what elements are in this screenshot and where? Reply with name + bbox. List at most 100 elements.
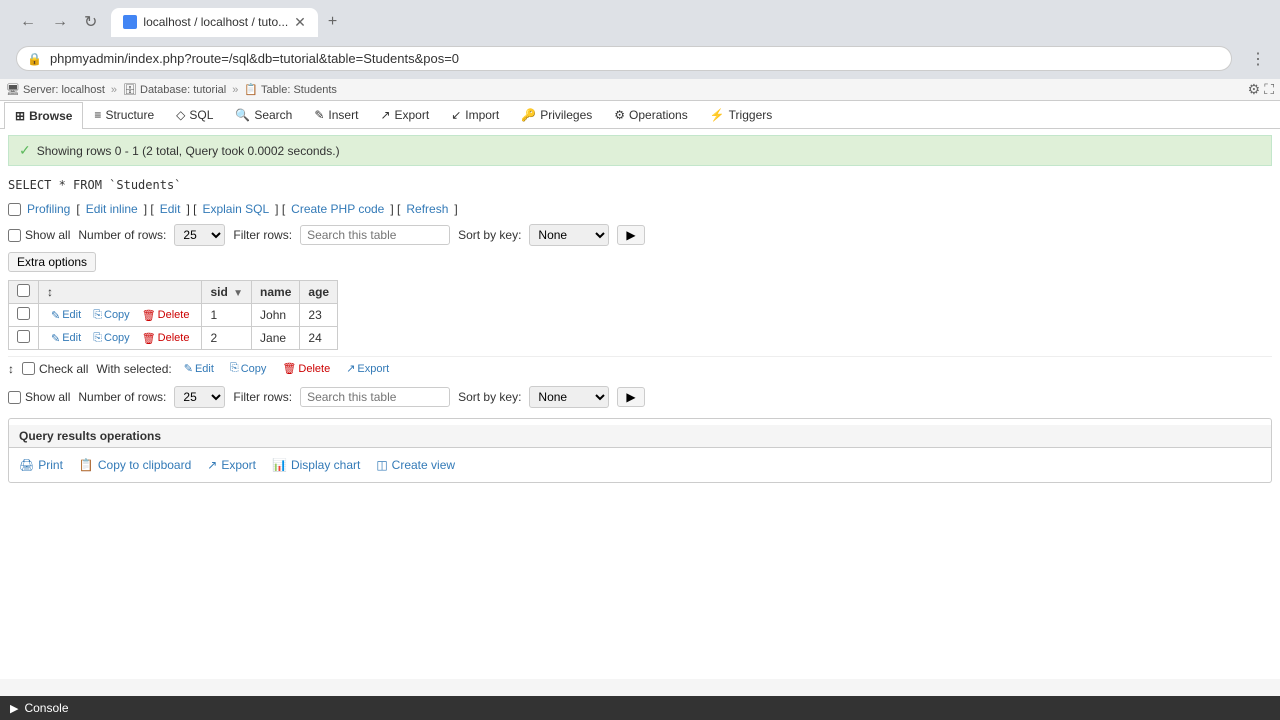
delete-icon-2: 🗑: [142, 332, 156, 345]
filter-input-bottom[interactable]: [300, 387, 450, 407]
copy-clipboard-label: Copy to clipboard: [98, 458, 191, 472]
row1-edit-button[interactable]: ✎ Edit: [47, 308, 85, 323]
tab-sql[interactable]: ◇ SQL: [165, 101, 224, 128]
select-all-checkbox[interactable]: [17, 284, 30, 297]
selected-export-button[interactable]: ↗ Export: [342, 361, 393, 376]
tab-export-label: Export: [395, 108, 430, 122]
copy-icon: ⎘: [93, 309, 102, 322]
new-tab-button[interactable]: +: [318, 7, 347, 37]
search-icon: 🔍: [235, 108, 250, 122]
row2-checkbox[interactable]: [17, 330, 30, 343]
selected-edit-button[interactable]: ✎ Edit: [180, 361, 218, 376]
sort-button-top[interactable]: ▶: [617, 225, 644, 245]
selected-delete-button[interactable]: 🗑 Delete: [278, 361, 334, 376]
sql-icon: ◇: [176, 108, 185, 122]
row2-checkbox-cell: [9, 327, 39, 350]
sort-select-bottom[interactable]: None: [529, 386, 609, 408]
show-all-bottom-label[interactable]: Show all: [8, 390, 70, 404]
selected-export-icon: ↗: [346, 362, 355, 375]
edit-link[interactable]: Edit: [160, 202, 181, 216]
row1-delete-button[interactable]: 🗑 Delete: [138, 308, 194, 323]
th-name[interactable]: name: [252, 281, 300, 304]
check-all-inner-checkbox[interactable]: [22, 362, 35, 375]
table-icon: 📋: [244, 83, 258, 96]
row2-copy-button[interactable]: ⎘ Copy: [89, 331, 134, 346]
export-results-button[interactable]: ↗ Export: [207, 458, 256, 472]
profiling-checkbox[interactable]: [8, 203, 21, 216]
row1-sid: 1: [202, 304, 252, 327]
edit-inline-link[interactable]: Edit inline: [86, 202, 138, 216]
tab-search[interactable]: 🔍 Search: [224, 101, 303, 128]
browser-menu-button[interactable]: ⋮: [1244, 47, 1272, 71]
sort-select-top[interactable]: None: [529, 224, 609, 246]
show-all-checkbox[interactable]: [8, 229, 21, 242]
data-table: ↕ sid ▼ name age: [8, 280, 338, 350]
print-button[interactable]: 🖨 Print: [19, 458, 63, 472]
show-all-label[interactable]: Show all: [8, 228, 70, 242]
refresh-button[interactable]: ↻: [78, 10, 103, 34]
server-icon: 🖥: [6, 83, 20, 96]
selection-controls: ↕ Check all With selected: ✎ Edit ⎘ Copy…: [8, 356, 1272, 380]
table-controls-top: Show all Number of rows: 25 50 100 All F…: [8, 224, 1272, 246]
row1-checkbox-cell: [9, 304, 39, 327]
explain-sql-link[interactable]: Explain SQL: [202, 202, 269, 216]
show-all-checkbox-bottom[interactable]: [8, 391, 21, 404]
export-results-label: Export: [221, 458, 256, 472]
tab-privileges[interactable]: 🔑 Privileges: [510, 101, 603, 128]
th-sid[interactable]: sid ▼: [202, 281, 252, 304]
console-icon: ▶: [10, 702, 18, 715]
tab-sql-label: SQL: [189, 108, 213, 122]
url-text: phpmyadmin/index.php?route=/sql&db=tutor…: [50, 51, 1221, 66]
success-text: Showing rows 0 - 1 (2 total, Query took …: [37, 144, 340, 158]
profiling-link[interactable]: Profiling: [27, 202, 70, 216]
refresh-link[interactable]: Refresh: [406, 202, 448, 216]
forward-button[interactable]: →: [46, 11, 74, 33]
check-all-button[interactable]: Check all: [22, 362, 88, 376]
tab-import[interactable]: ↙ Import: [440, 101, 510, 128]
server-breadcrumb[interactable]: 🖥 Server: localhost: [6, 83, 105, 96]
edit-icon-2: ✎: [51, 332, 60, 345]
browser-tab[interactable]: localhost / localhost / tuto... ✕: [111, 8, 317, 37]
row2-delete-button[interactable]: 🗑 Delete: [138, 331, 194, 346]
tab-browse[interactable]: ⊞ Browse: [4, 102, 83, 129]
sid-col-label: sid: [210, 285, 227, 299]
create-view-button[interactable]: ◫ Create view: [376, 458, 455, 472]
structure-icon: ≡: [94, 108, 101, 122]
tab-triggers[interactable]: ⚡ Triggers: [699, 101, 784, 128]
number-of-rows-label: Number of rows:: [78, 228, 166, 242]
th-age[interactable]: age: [300, 281, 338, 304]
rows-select-top[interactable]: 25 50 100 All: [174, 224, 225, 246]
tab-structure[interactable]: ≡ Structure: [83, 101, 165, 128]
table-label: Table: Students: [261, 84, 337, 96]
row2-edit-button[interactable]: ✎ Edit: [47, 331, 85, 346]
sort-button-bottom[interactable]: ▶: [617, 387, 644, 407]
row1-copy-button[interactable]: ⎘ Copy: [89, 308, 134, 323]
privileges-icon: 🔑: [521, 108, 536, 122]
filter-input-top[interactable]: [300, 225, 450, 245]
rows-select-bottom[interactable]: 25 50 100 All: [174, 386, 225, 408]
table-breadcrumb[interactable]: 📋 Table: Students: [244, 83, 337, 96]
tab-insert[interactable]: ✎ Insert: [303, 101, 369, 128]
tab-triggers-label: Triggers: [729, 108, 773, 122]
fullscreen-button[interactable]: ⛶: [1264, 81, 1274, 98]
sort-arrows-icon: ↕: [47, 285, 53, 299]
tab-operations[interactable]: ⚙ Operations: [603, 101, 698, 128]
display-chart-button[interactable]: 📊 Display chart: [272, 458, 360, 472]
pma-topbar: 🖥 Server: localhost » 🗄 Database: tutori…: [0, 79, 1280, 101]
row1-checkbox[interactable]: [17, 307, 30, 320]
tab-export[interactable]: ↗ Export: [369, 101, 440, 128]
extra-options-button[interactable]: Extra options: [8, 252, 96, 272]
create-php-link[interactable]: Create PHP code: [291, 202, 384, 216]
back-button[interactable]: ←: [14, 11, 42, 33]
tab-close-button[interactable]: ✕: [294, 14, 306, 31]
table-row: ✎ Edit ⎘ Copy 🗑 Delete: [9, 304, 338, 327]
row2-actions: ✎ Edit ⎘ Copy 🗑 Delete: [47, 331, 193, 346]
db-breadcrumb[interactable]: 🗄 Database: tutorial: [123, 83, 226, 96]
address-bar[interactable]: 🔒 phpmyadmin/index.php?route=/sql&db=tut…: [16, 46, 1232, 71]
delete-icon: 🗑: [142, 309, 156, 322]
selected-copy-button[interactable]: ⎘ Copy: [226, 361, 271, 376]
copy-clipboard-button[interactable]: 📋 Copy to clipboard: [79, 458, 191, 472]
settings-button[interactable]: ⚙: [1248, 81, 1261, 98]
tab-favicon: [123, 15, 137, 29]
console-bar[interactable]: ▶ Console: [0, 696, 1280, 720]
